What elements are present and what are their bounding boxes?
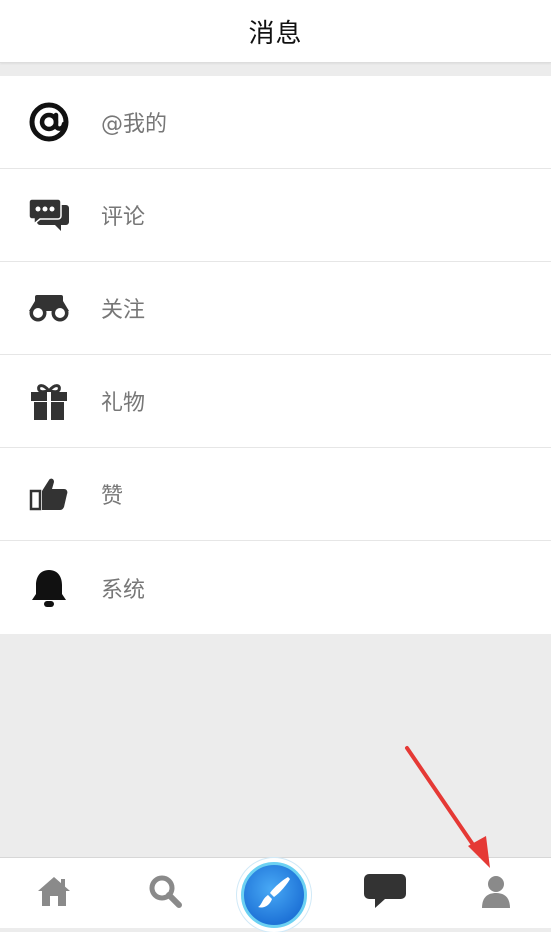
menu-item-gifts[interactable]: 礼物 [0,355,551,448]
menu-item-label: 系统 [101,577,146,603]
at-icon [27,100,71,144]
menu-item-label: 礼物 [101,391,146,416]
tab-search[interactable] [135,858,195,928]
publish-button-circle [241,862,307,928]
menu-item-label: @我的 [101,112,168,137]
chat-bubble-icon [363,872,407,914]
tab-messages[interactable] [355,858,415,928]
publish-button[interactable] [237,858,311,932]
menu-item-likes[interactable]: 赞 [0,448,551,541]
binoculars-icon [27,286,71,330]
menu-item-comments[interactable]: 评论 [0,169,551,262]
menu-item-system[interactable]: 系统 [0,541,551,634]
profile-icon [480,874,512,912]
thumbs-up-icon [27,472,71,516]
menu-item-follows[interactable]: 关注 [0,262,551,355]
gift-icon [27,379,71,423]
search-icon [148,874,182,912]
comment-icon [27,193,71,237]
brush-icon [254,873,294,917]
menu-item-label: 评论 [101,205,146,230]
home-icon [36,875,72,911]
menu-item-mentions[interactable]: @我的 [0,76,551,169]
bell-icon [27,566,71,610]
menu-item-label: 关注 [101,298,146,323]
tab-home[interactable] [24,858,84,928]
tab-profile[interactable] [466,858,526,928]
page-title: 消息 [248,18,303,49]
header-bar: 消息 [0,0,551,63]
menu-item-label: 赞 [101,484,124,509]
message-menu-list: @我的 评论 关注 礼物 赞 系统 [0,76,551,634]
